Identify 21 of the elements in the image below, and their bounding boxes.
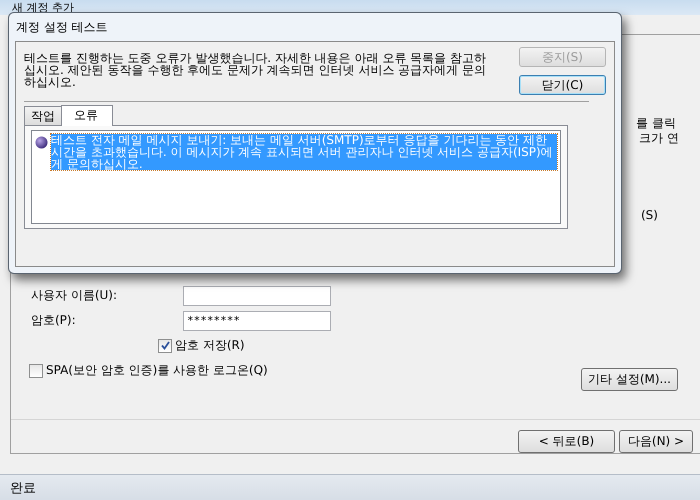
partial-text: 크가 연	[639, 130, 679, 147]
input-field[interactable]	[183, 286, 331, 306]
checkbox-label: SPA(보안 암호 인증)를 사용한 로그온(Q)	[46, 362, 268, 379]
status-text: 완료	[10, 480, 36, 496]
tab[interactable]: 작업	[24, 106, 62, 125]
dialog-title: 계정 설정 테스트	[15, 19, 109, 36]
field-label: 암호(P):	[31, 312, 77, 329]
tab[interactable]: 오류	[61, 105, 113, 126]
error-message: 테스트를 진행하는 도중 오류가 발생했습니다. 자세한 내용은 아래 오류 목록을 참고하십시오. 제안된 동작을 수행한 후에도 문제가 계속되면 인터넷 서비스 공급자에게 문의하십시오.	[24, 50, 486, 91]
field-label: 사용자 이름(U):	[31, 287, 118, 304]
next-button[interactable]: 다음(N) >	[619, 430, 693, 453]
close-button[interactable]: 닫기(C)	[519, 75, 606, 95]
partial-text: 를 클릭	[636, 115, 676, 132]
back-button[interactable]: < 뒤로(B)	[518, 430, 615, 453]
checkbox[interactable]	[29, 364, 43, 378]
input-field[interactable]: ********	[183, 310, 331, 330]
checkbox-label: 암호 저장(R)	[175, 337, 245, 354]
checkbox[interactable]	[158, 338, 172, 352]
error-icon	[35, 136, 48, 149]
more-settings-button[interactable]: 기타 설정(M)...	[581, 368, 678, 391]
partial-text: (S)	[641, 208, 658, 222]
